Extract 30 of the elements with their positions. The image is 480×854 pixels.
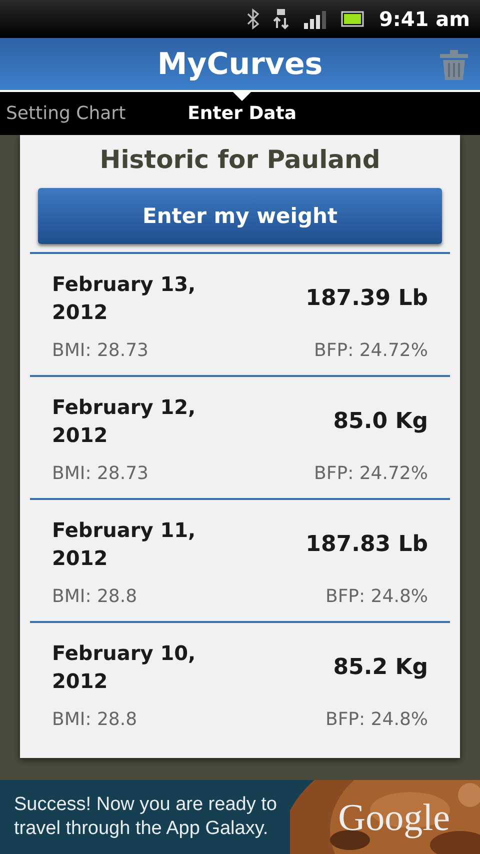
tab[interactable]: Enter Data <box>182 92 303 135</box>
entry-date: February 11, 2012 <box>52 517 197 572</box>
app-title: MyCurves <box>157 46 323 82</box>
entry-weight: 187.39 Lb <box>306 286 428 310</box>
ad-text: Success! Now you are ready to travel through the App Galaxy. <box>13 793 278 841</box>
tab[interactable]: Setting Chart <box>0 92 132 135</box>
ad-brand: Google <box>338 796 450 840</box>
entry-date: February 13, 2012 <box>52 271 197 326</box>
entry-bmi: BMI: 28.8 <box>52 709 138 730</box>
entry-bfp: BFP: 24.8% <box>325 586 428 607</box>
entry-date: February 12, 2012 <box>52 394 197 449</box>
entry-bfp: BFP: 24.8% <box>325 709 428 730</box>
entry-bmi: BMI: 28.8 <box>52 586 138 607</box>
status-time: 9:41 am <box>378 7 470 31</box>
trash-icon[interactable] <box>440 50 468 80</box>
ad-banner[interactable]: Success! Now you are ready to travel through the App Galaxy. Google <box>0 780 480 854</box>
entry-weight: 85.2 Kg <box>333 654 428 680</box>
entry-date: February 10, 2012 <box>52 640 197 695</box>
battery-icon <box>340 11 365 27</box>
signal-icon <box>302 8 327 30</box>
entry-bfp: BFP: 24.72% <box>314 340 428 361</box>
data-arrows-icon <box>272 8 289 30</box>
card-title: Historic for Pauland <box>98 144 382 176</box>
bluetooth-icon <box>246 8 259 30</box>
entry-bfp: BFP: 24.72% <box>314 463 428 484</box>
entry-bmi: BMI: 28.73 <box>52 463 149 484</box>
entry-bmi: BMI: 28.73 <box>52 340 149 361</box>
enter-weight-button[interactable]: Enter my weight <box>38 188 442 244</box>
entry-weight: 187.83 Lb <box>306 532 428 556</box>
entry-weight: 85.0 Kg <box>333 408 428 434</box>
